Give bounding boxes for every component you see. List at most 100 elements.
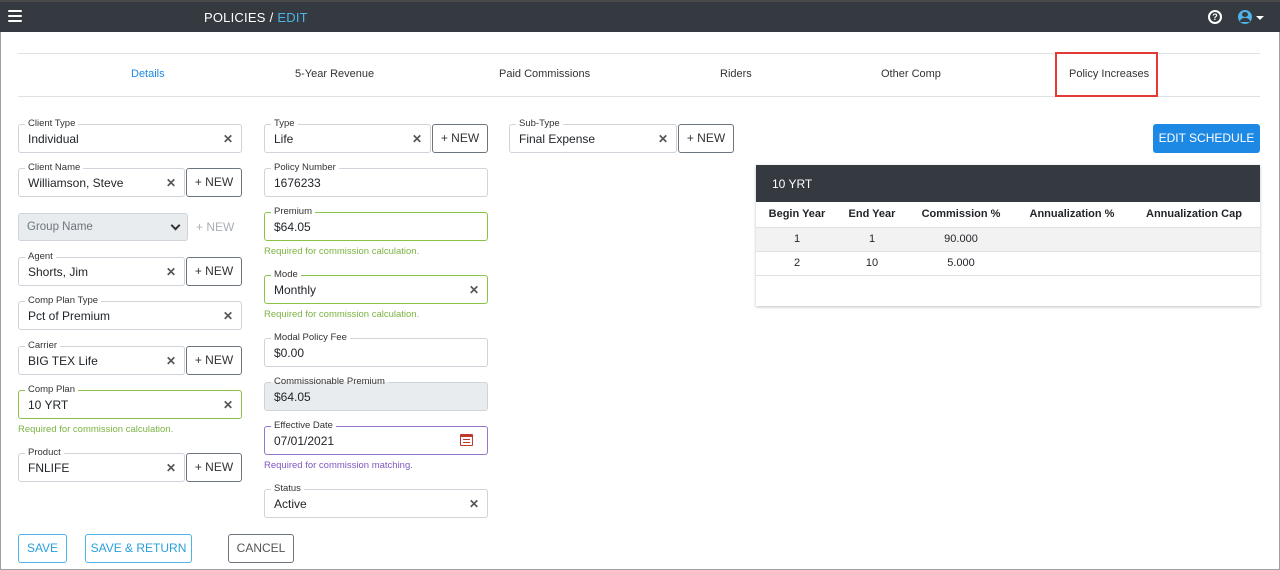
client-name-label: Client Name xyxy=(25,162,84,174)
clear-icon[interactable]: ✕ xyxy=(223,309,233,323)
new-type-button[interactable]: + NEW xyxy=(432,124,488,153)
product-label: Product xyxy=(25,447,64,459)
comp-plan-value: 10 YRT xyxy=(28,398,69,412)
mode-value: Monthly xyxy=(274,283,317,297)
clear-icon[interactable]: ✕ xyxy=(223,132,233,146)
agent-label: Agent xyxy=(25,251,56,263)
schedule-table: Begin Year End Year Commission % Annuali… xyxy=(756,202,1260,276)
modal-policy-fee-field[interactable]: Modal Policy Fee $0.00 xyxy=(264,332,488,367)
agent-field[interactable]: Agent Shorts, Jim ✕ xyxy=(18,251,185,286)
policy-number-field[interactable]: Policy Number 1676233 xyxy=(264,162,488,197)
comp-plan-field[interactable]: Comp Plan 10 YRT ✕ xyxy=(18,384,242,419)
clear-icon[interactable]: ✕ xyxy=(223,398,233,412)
mode-hint: Required for commission calculation. xyxy=(264,309,420,320)
new-agent-button[interactable]: + NEW xyxy=(186,257,242,286)
tab-other-comp[interactable]: Other Comp xyxy=(881,68,941,80)
table-cell: 2 xyxy=(756,251,838,276)
new-sub-type-button[interactable]: + NEW xyxy=(678,124,734,153)
sub-type-label: Sub-Type xyxy=(516,118,563,130)
breadcrumb-current: EDIT xyxy=(277,10,308,25)
schedule-title: 10 YRT xyxy=(756,165,1260,202)
carrier-field[interactable]: Carrier BIG TEX Life ✕ xyxy=(18,340,185,375)
table-cell: 1 xyxy=(838,227,906,252)
table-cell: 1 xyxy=(756,227,838,252)
modal-policy-fee-label: Modal Policy Fee xyxy=(271,332,350,344)
edit-schedule-button[interactable]: EDIT SCHEDULE xyxy=(1153,124,1260,153)
clear-icon[interactable]: ✕ xyxy=(166,461,176,475)
premium-label: Premium xyxy=(271,206,316,218)
client-type-label: Client Type xyxy=(25,118,79,130)
breadcrumb-root[interactable]: POLICIES xyxy=(204,10,266,25)
new-product-button[interactable]: + NEW xyxy=(186,453,242,482)
commission-schedule-card: 10 YRT Begin Year End Year Commission % … xyxy=(756,165,1260,306)
new-group-button: + NEW xyxy=(196,220,235,234)
chevron-down-icon[interactable] xyxy=(1256,16,1264,20)
chevron-down-icon xyxy=(170,220,181,231)
effective-date-label: Effective Date xyxy=(271,420,336,432)
breadcrumb: POLICIES / EDIT xyxy=(204,10,308,25)
help-icon[interactable]: ? xyxy=(1208,10,1222,24)
top-navbar: POLICIES / EDIT ? xyxy=(0,0,1280,32)
carrier-value: BIG TEX Life xyxy=(28,354,98,368)
agent-value: Shorts, Jim xyxy=(28,265,89,279)
clear-icon[interactable]: ✕ xyxy=(469,497,479,511)
product-field[interactable]: Product FNLIFE ✕ xyxy=(18,447,185,482)
comp-plan-hint: Required for commission calculation. xyxy=(18,424,174,435)
user-account-icon[interactable] xyxy=(1238,10,1252,24)
policy-number-label: Policy Number xyxy=(271,162,339,174)
comp-plan-type-label: Comp Plan Type xyxy=(25,295,102,307)
premium-value: $64.05 xyxy=(274,220,311,234)
table-cell: 90.000 xyxy=(906,227,1016,252)
type-value: Life xyxy=(274,132,294,146)
calendar-icon[interactable] xyxy=(460,434,473,446)
group-name-select[interactable]: Group Name xyxy=(18,213,188,241)
client-type-field[interactable]: Client Type Individual ✕ xyxy=(18,118,242,153)
table-cell: 5.000 xyxy=(906,251,1016,276)
mode-label: Mode xyxy=(271,269,301,281)
clear-icon[interactable]: ✕ xyxy=(166,265,176,279)
new-carrier-button[interactable]: + NEW xyxy=(186,346,242,375)
client-name-field[interactable]: Client Name Williamson, Steve ✕ xyxy=(18,162,185,197)
column-header: Begin Year xyxy=(756,202,838,228)
table-cell xyxy=(1016,251,1128,276)
tab-paid-commissions[interactable]: Paid Commissions xyxy=(499,68,590,80)
commissionable-premium-label: Commissionable Premium xyxy=(271,376,388,388)
status-field[interactable]: Status Active ✕ xyxy=(264,483,488,518)
table-cell xyxy=(1128,227,1260,252)
client-type-value: Individual xyxy=(28,132,79,146)
column-header: Annualization Cap xyxy=(1128,202,1260,228)
comp-plan-type-field[interactable]: Comp Plan Type Pct of Premium ✕ xyxy=(18,295,242,330)
breadcrumb-separator: / xyxy=(269,10,274,25)
type-label: Type xyxy=(271,118,298,130)
clear-icon[interactable]: ✕ xyxy=(412,132,422,146)
clear-icon[interactable]: ✕ xyxy=(658,132,668,146)
table-cell xyxy=(1016,227,1128,252)
sub-type-field[interactable]: Sub-Type Final Expense ✕ xyxy=(509,118,677,153)
effective-date-field[interactable]: Effective Date 07/01/2021 xyxy=(264,420,488,455)
effective-date-value: 07/01/2021 xyxy=(274,434,335,448)
column-header: End Year xyxy=(838,202,906,228)
mode-field[interactable]: Mode Monthly ✕ xyxy=(264,269,488,304)
column-header: Annualization % xyxy=(1016,202,1128,228)
premium-hint: Required for commission calculation. xyxy=(264,246,420,257)
product-value: FNLIFE xyxy=(28,461,70,475)
tab-details[interactable]: Details xyxy=(131,68,165,80)
cancel-button[interactable]: CANCEL xyxy=(228,534,294,563)
clear-icon[interactable]: ✕ xyxy=(166,176,176,190)
premium-field[interactable]: Premium $64.05 xyxy=(264,206,488,241)
clear-icon[interactable]: ✕ xyxy=(469,283,479,297)
tab-5-year-revenue[interactable]: 5-Year Revenue xyxy=(295,68,374,80)
save-and-return-button[interactable]: SAVE & RETURN xyxy=(85,534,192,563)
commissionable-premium-field: Commissionable Premium $64.05 xyxy=(264,376,488,411)
effective-date-hint: Required for commission matching. xyxy=(264,460,413,471)
save-button[interactable]: SAVE xyxy=(18,534,67,563)
group-name-placeholder: Group Name xyxy=(27,221,93,233)
hamburger-menu-icon[interactable] xyxy=(8,10,22,22)
table-row: 1 1 90.000 xyxy=(756,227,1260,252)
tab-riders[interactable]: Riders xyxy=(720,68,752,80)
clear-icon[interactable]: ✕ xyxy=(166,354,176,368)
new-client-button[interactable]: + NEW xyxy=(186,168,242,197)
type-field[interactable]: Type Life ✕ xyxy=(264,118,431,153)
comp-plan-type-value: Pct of Premium xyxy=(28,309,111,323)
table-cell xyxy=(1128,251,1260,276)
